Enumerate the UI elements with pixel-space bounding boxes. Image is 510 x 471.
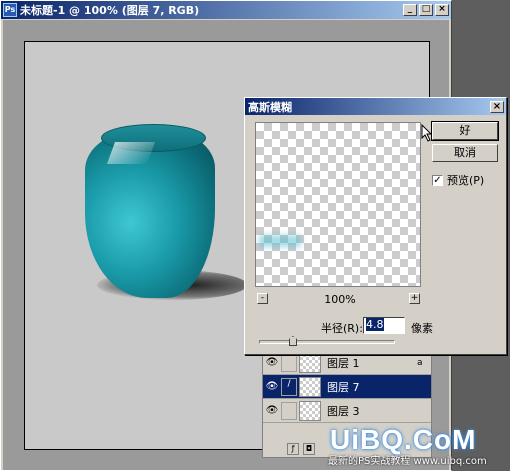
- blurred-preview-content: [259, 235, 301, 247]
- layer-name: 图层 1: [327, 356, 360, 370]
- watermark-subtitle: 最新的PS实战教程 www.uibq.com: [328, 456, 487, 467]
- dialog-close-button[interactable]: ×: [490, 100, 504, 113]
- radius-input[interactable]: 4.8: [363, 317, 405, 334]
- radius-label: 半径(R):: [321, 322, 363, 335]
- lock-icon: a: [417, 357, 423, 368]
- zoom-out-button[interactable]: -: [257, 293, 268, 304]
- preview-area[interactable]: [255, 122, 421, 287]
- ok-button[interactable]: 好: [431, 121, 499, 141]
- preview-label: 预览(P): [447, 174, 485, 187]
- link-icon[interactable]: [281, 353, 297, 372]
- maximize-button[interactable]: □: [419, 4, 433, 16]
- close-button[interactable]: ×: [435, 4, 449, 16]
- vase-highlight: [106, 142, 156, 164]
- radius-slider-track[interactable]: [259, 340, 395, 344]
- mask-icon[interactable]: ◘: [303, 443, 315, 455]
- dialog-title: 高斯模糊: [248, 100, 292, 114]
- document-title-bar[interactable]: Ps 未标题-1 @ 100% (图层 7, RGB) _ □ ×: [1, 1, 451, 19]
- layer-row[interactable]: 👁 图层 3: [263, 399, 431, 423]
- unit-label: 像素: [411, 322, 433, 335]
- checkbox-box[interactable]: ✓: [432, 174, 443, 186]
- layer-name: 图层 7: [327, 380, 360, 394]
- zoom-level: 100%: [324, 293, 356, 306]
- link-icon[interactable]: [281, 401, 297, 420]
- layer-name: 图层 3: [327, 404, 360, 418]
- eye-icon[interactable]: 👁: [263, 405, 281, 416]
- preview-checkbox[interactable]: ✓ 预览(P): [432, 172, 484, 188]
- layer-thumbnail: [299, 352, 321, 373]
- radius-slider-thumb[interactable]: [289, 336, 297, 346]
- zoom-in-button[interactable]: +: [409, 293, 420, 304]
- brush-icon[interactable]: /: [281, 377, 297, 396]
- document-title: 未标题-1 @ 100% (图层 7, RGB): [20, 4, 200, 17]
- layer-thumbnail: [299, 400, 321, 421]
- eye-icon[interactable]: 👁: [263, 357, 281, 368]
- cancel-button[interactable]: 取消: [432, 144, 498, 162]
- mouse-cursor-icon: [421, 124, 433, 142]
- photoshop-icon: Ps: [3, 3, 17, 17]
- eye-icon[interactable]: 👁: [263, 381, 281, 392]
- layer-row-selected[interactable]: 👁 / 图层 7: [263, 375, 431, 399]
- dialog-title-bar[interactable]: 高斯模糊 ×: [245, 98, 506, 115]
- gaussian-blur-dialog: 高斯模糊 × - 100% + 好 取消 ✓ 预览(P) 半径(R): 4.8 …: [244, 97, 507, 355]
- radius-value: 4.8: [366, 318, 384, 331]
- layer-style-icon[interactable]: ƒ: [287, 443, 299, 455]
- minimize-button[interactable]: _: [403, 4, 417, 16]
- layer-thumbnail: [299, 376, 321, 397]
